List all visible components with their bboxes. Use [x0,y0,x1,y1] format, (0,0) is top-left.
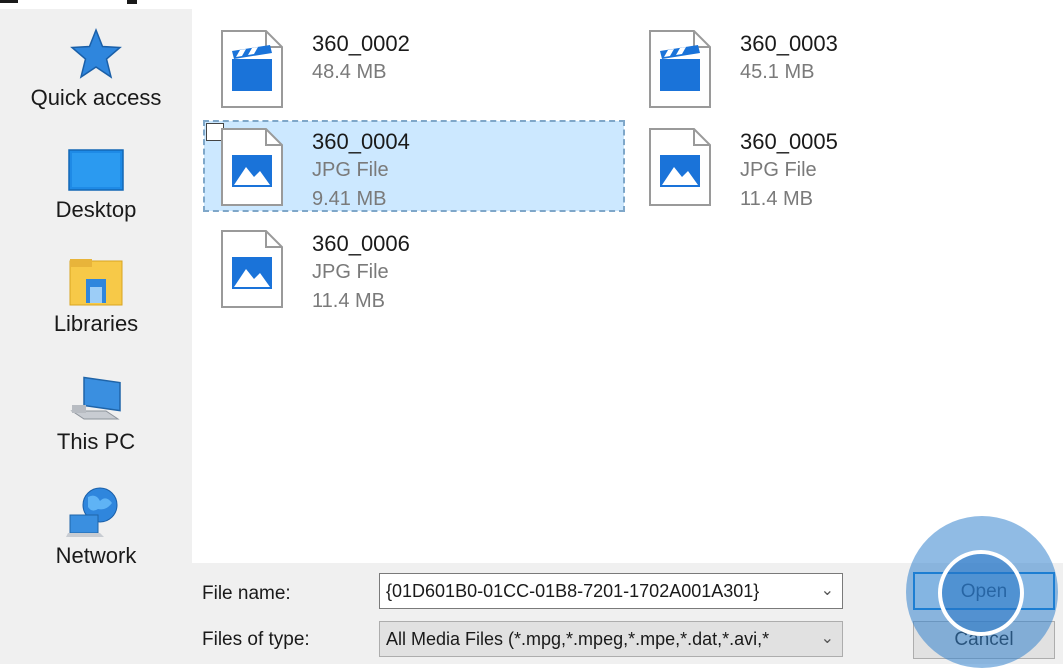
file-item-360-0003[interactable]: 360_0003 45.1 MB [632,23,1052,113]
file-name: 360_0005 [740,129,838,154]
file-type: JPG File [312,261,389,283]
image-file-icon [221,128,283,206]
file-size: 48.4 MB [312,61,387,83]
file-list-pane: 360_0002 48.4 MB 360_0003 45.1 MB 360_00… [192,9,1063,563]
file-name: 360_0006 [312,231,410,256]
file-item-360-0004[interactable]: 360_0004 JPG File 9.41 MB [203,120,625,212]
nav-item-label: Desktop [55,197,137,222]
file-name-label: File name: [202,583,291,604]
computer-icon [70,376,121,420]
file-size: 9.41 MB [312,188,387,210]
nav-item-desktop[interactable]: Desktop [0,149,192,223]
file-type-select[interactable]: All Media Files (*.mpg,*.mpeg,*.mpe,*.da… [379,621,843,657]
title-fragment [0,0,18,3]
file-size: 45.1 MB [740,61,815,83]
file-name: 360_0004 [312,129,410,154]
video-file-icon [221,30,283,108]
nav-item-this-pc[interactable]: This PC [0,371,192,455]
star-icon [70,27,122,79]
nav-item-label: This PC [56,429,136,454]
nav-item-label: Quick access [30,85,162,110]
nav-item-label: Libraries [53,311,139,336]
nav-item-quick-access[interactable]: Quick access [0,27,192,111]
file-item-360-0006[interactable]: 360_0006 JPG File 11.4 MB [204,223,624,313]
file-name: 360_0002 [312,31,410,56]
file-name-value: {01D601B0-01CC-01B8-7201-1702A001A301} [386,581,760,601]
file-type-label: Files of type: [202,629,310,650]
file-item-360-0002[interactable]: 360_0002 48.4 MB [204,23,624,113]
nav-item-label: Network [55,543,137,568]
video-file-icon [649,30,711,108]
nav-item-network[interactable]: Network [0,485,192,569]
file-size: 11.4 MB [740,188,813,210]
image-file-icon [649,128,711,206]
file-size: 11.4 MB [312,290,385,312]
chevron-down-icon[interactable]: ⌄ [821,574,834,608]
network-icon [66,487,118,537]
file-type-value: All Media Files (*.mpg,*.mpeg,*.mpe,*.da… [386,629,770,649]
nav-item-libraries[interactable]: Libraries [0,257,192,337]
open-button[interactable]: Open [913,572,1055,610]
cancel-button[interactable]: Cancel [913,621,1055,659]
file-dialog-footer: File name: {01D601B0-01CC-01B8-7201-1702… [192,563,1063,664]
image-file-icon [221,230,283,308]
navigation-pane: Quick access Desktop Libraries This PC N… [0,9,192,664]
chevron-down-icon[interactable]: ⌄ [821,622,834,656]
file-name: 360_0003 [740,31,838,56]
file-name-input[interactable]: {01D601B0-01CC-01B8-7201-1702A001A301} ⌄ [379,573,843,609]
file-type: JPG File [312,159,389,181]
file-type: JPG File [740,159,817,181]
desktop-icon [68,149,124,191]
file-item-360-0005[interactable]: 360_0005 JPG File 11.4 MB [632,121,1052,211]
title-bar-fragment [0,0,1063,9]
libraries-icon [69,259,123,306]
title-fragment [127,0,137,4]
